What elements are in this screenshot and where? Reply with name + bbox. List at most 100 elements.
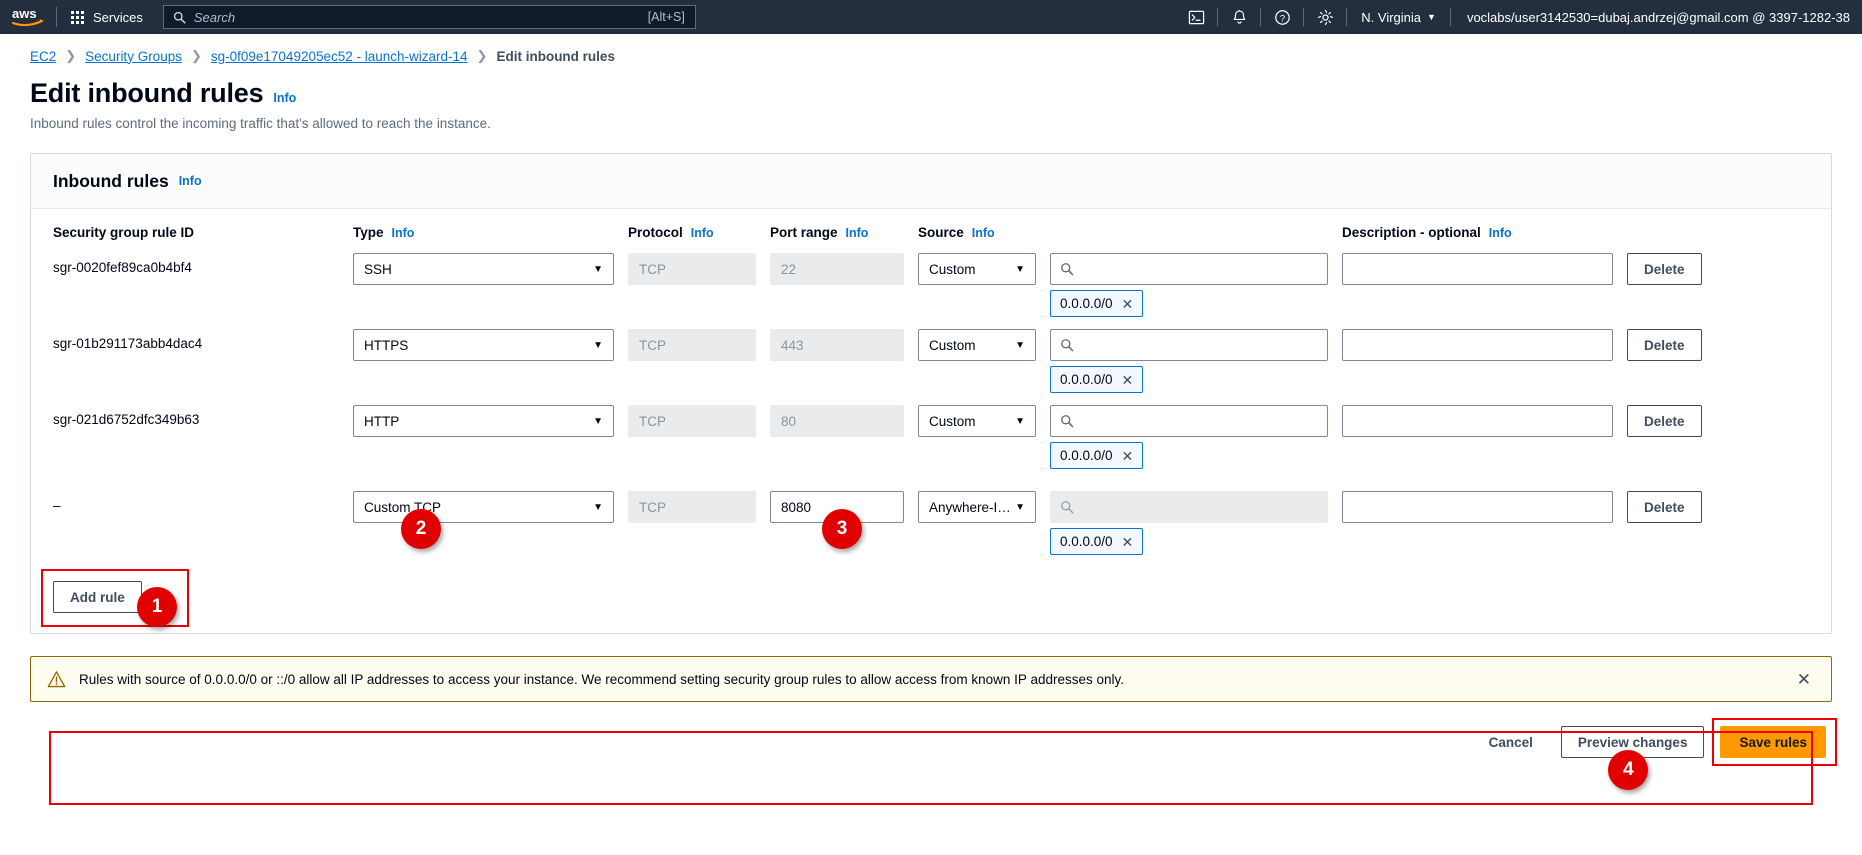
cidr-value: 0.0.0.0/0	[1060, 296, 1113, 311]
description-input-row1[interactable]	[1342, 253, 1613, 285]
search-icon	[1061, 415, 1074, 428]
column-label: Description - optional	[1342, 225, 1481, 240]
breadcrumb-item-ec2[interactable]: EC2	[30, 49, 56, 64]
svg-text:?: ?	[1280, 13, 1285, 24]
notifications-bell-icon[interactable]	[1218, 0, 1260, 34]
cidr-chip-row3[interactable]: 0.0.0.0/0 ✕	[1050, 442, 1144, 469]
breadcrumb-item-security-groups[interactable]: Security Groups	[85, 49, 182, 64]
column-header-description: Description - optional Info	[1342, 209, 1627, 249]
column-label: Type	[353, 225, 384, 240]
account-menu[interactable]: voclabs/user3142530=dubaj.andrzej@gmail.…	[1451, 10, 1862, 25]
cidr-value: 0.0.0.0/0	[1060, 372, 1113, 387]
warning-triangle-icon	[47, 670, 66, 687]
rule-id-cell: sgr-01b291173abb4dac4	[53, 336, 203, 351]
save-rules-button[interactable]: Save rules	[1720, 726, 1826, 758]
add-rule-button[interactable]: Add rule	[53, 581, 142, 613]
description-info-link[interactable]: Info	[1489, 226, 1512, 240]
delete-button-row1[interactable]: Delete	[1627, 253, 1702, 285]
type-select-row3[interactable]: HTTP ▼	[353, 405, 614, 437]
description-input-row4[interactable]	[1342, 491, 1613, 523]
protocol-readonly-row1: TCP	[628, 253, 756, 285]
close-icon[interactable]: ✕	[1122, 449, 1134, 463]
region-selector[interactable]: N. Virginia ▼	[1347, 10, 1450, 25]
rules-table: Security group rule ID Type Info Protoco…	[31, 209, 1831, 805]
type-value: SSH	[364, 261, 392, 277]
type-info-link[interactable]: Info	[392, 226, 415, 240]
type-select-row2[interactable]: HTTPS ▼	[353, 329, 614, 361]
warning-alert: Rules with source of 0.0.0.0/0 or ::/0 a…	[30, 656, 1832, 702]
annotation-marker-1: 1	[137, 587, 177, 627]
type-cell: HTTP ▼	[353, 401, 628, 437]
source-search-input-row2[interactable]	[1050, 329, 1328, 361]
port-range-readonly-row3: 80	[770, 405, 904, 437]
table-row: sgr-021d6752dfc349b63 HTTP ▼ TCP 80 Cust…	[53, 401, 1809, 477]
protocol-readonly-row2: TCP	[628, 329, 756, 361]
services-menu-button[interactable]: Services	[57, 0, 157, 34]
chevron-down-icon: ▼	[1015, 501, 1025, 513]
protocol-cell: TCP	[628, 401, 770, 437]
cidr-value: 0.0.0.0/0	[1060, 448, 1113, 463]
column-label: Protocol	[628, 225, 683, 240]
protocol-info-link[interactable]: Info	[691, 226, 714, 240]
type-select-row4[interactable]: Custom TCP ▼	[353, 491, 614, 523]
chevron-right-icon: ❯	[476, 48, 488, 63]
page-description: Inbound rules control the incoming traff…	[30, 116, 491, 131]
aws-logo[interactable]: aws	[0, 6, 56, 28]
delete-button-row4[interactable]: Delete	[1627, 491, 1702, 523]
column-label: Port range	[770, 225, 838, 240]
delete-button-row3[interactable]: Delete	[1627, 405, 1702, 437]
description-input-row3[interactable]	[1342, 405, 1613, 437]
source-type-cell: Custom ▼	[918, 249, 1050, 285]
close-icon[interactable]: ✕	[1122, 297, 1134, 311]
annotation-marker-4: 4	[1608, 750, 1649, 790]
close-icon[interactable]: ✕	[1793, 671, 1815, 688]
breadcrumb-item-current: Edit inbound rules	[496, 48, 615, 64]
grid-icon	[71, 10, 84, 24]
column-header-source-value	[1050, 209, 1342, 234]
chevron-right-icon: ❯	[190, 48, 202, 63]
port-range-cell: 80	[770, 401, 918, 437]
panel-info-link[interactable]: Info	[179, 174, 202, 188]
page-title: Edit inbound rules	[30, 78, 264, 108]
page-info-link[interactable]: Info	[273, 91, 296, 105]
source-type-cell: Anywhere-I… ▼	[918, 487, 1050, 523]
port-range-info-link[interactable]: Info	[846, 226, 869, 240]
source-select-row2[interactable]: Custom ▼	[918, 329, 1036, 361]
source-search-input-row4	[1050, 491, 1328, 523]
actions-cell: Delete	[1627, 401, 1722, 437]
column-header-actions	[1627, 209, 1722, 234]
help-question-icon[interactable]: ?	[1261, 0, 1303, 34]
rule-id-cell: –	[53, 498, 61, 513]
cancel-button[interactable]: Cancel	[1477, 735, 1545, 750]
description-cell	[1342, 487, 1627, 523]
source-search-input-row1[interactable]	[1050, 253, 1328, 285]
source-info-link[interactable]: Info	[972, 226, 995, 240]
actions-cell: Delete	[1627, 487, 1722, 523]
source-select-row4[interactable]: Anywhere-I… ▼	[918, 491, 1036, 523]
source-value-cell: 0.0.0.0/0 ✕	[1050, 249, 1342, 317]
close-icon[interactable]: ✕	[1122, 373, 1134, 387]
delete-button-row2[interactable]: Delete	[1627, 329, 1702, 361]
settings-gear-icon[interactable]	[1304, 0, 1346, 34]
source-select-row3[interactable]: Custom ▼	[918, 405, 1036, 437]
annotation-marker-2: 2	[401, 509, 441, 549]
table-row: sgr-01b291173abb4dac4 HTTPS ▼ TCP 443 Cu…	[53, 325, 1809, 401]
port-range-readonly-row2: 443	[770, 329, 904, 361]
cidr-chip-row2[interactable]: 0.0.0.0/0 ✕	[1050, 366, 1144, 393]
close-icon[interactable]: ✕	[1122, 535, 1134, 549]
port-range-cell: 443	[770, 325, 918, 361]
cloudshell-icon[interactable]	[1175, 0, 1217, 34]
svg-text:aws: aws	[12, 6, 37, 21]
description-input-row2[interactable]	[1342, 329, 1613, 361]
source-search-input-row3[interactable]	[1050, 405, 1328, 437]
source-select-row1[interactable]: Custom ▼	[918, 253, 1036, 285]
port-range-value: 8080	[781, 499, 812, 515]
panel-title: Inbound rules	[53, 170, 169, 191]
services-label: Services	[93, 9, 143, 25]
type-select-row1[interactable]: SSH ▼	[353, 253, 614, 285]
breadcrumb-item-security-group[interactable]: sg-0f09e17049205ec52 - launch-wizard-14	[211, 49, 468, 64]
global-search-input[interactable]: Search [Alt+S]	[162, 5, 696, 29]
cidr-chip-row1[interactable]: 0.0.0.0/0 ✕	[1050, 290, 1144, 317]
cidr-value: 0.0.0.0/0	[1060, 534, 1113, 549]
cidr-chip-row4[interactable]: 0.0.0.0/0 ✕	[1050, 528, 1144, 555]
